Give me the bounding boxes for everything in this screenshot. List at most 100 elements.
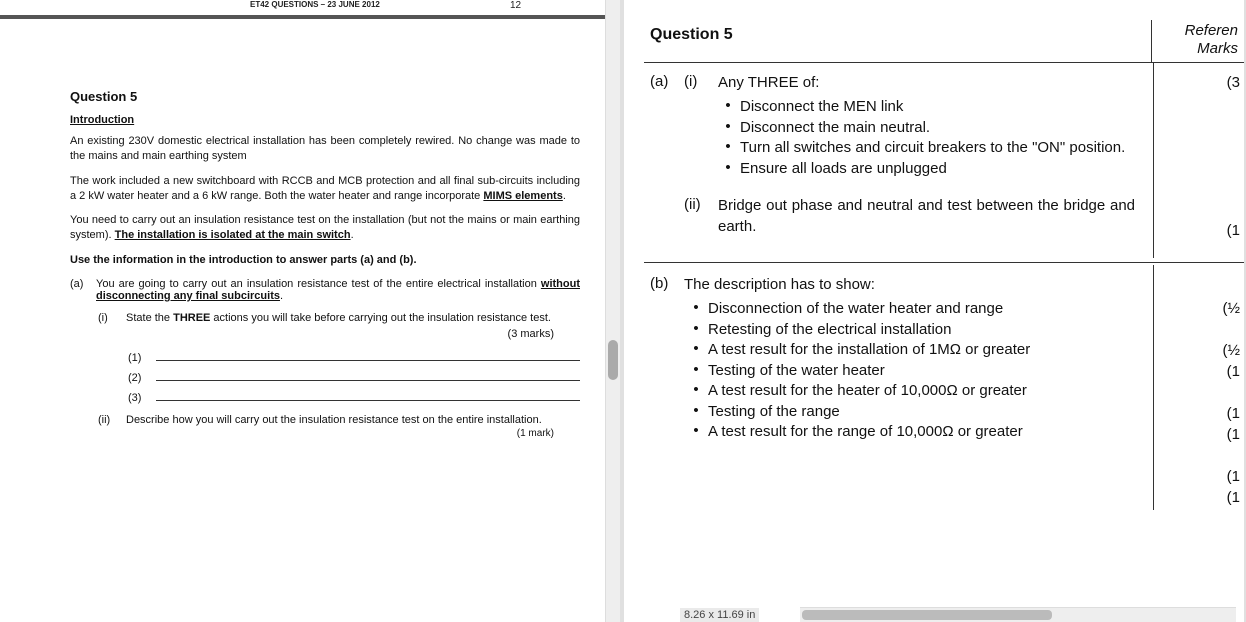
bullet-icon: • (684, 320, 708, 340)
bullet-item: •A test result for the range of 10,000Ω … (684, 422, 1145, 442)
mark-b-2: (1 (1160, 362, 1240, 382)
scrollbar-thumb[interactable] (608, 340, 618, 380)
bullet-icon: • (684, 361, 708, 381)
hdr-referen: Referen (1158, 22, 1238, 40)
ans-ii-text: Bridge out phase and neutral and test be… (718, 196, 1145, 237)
answer-b-main: (b) The description has to show: •Discon… (644, 265, 1154, 510)
doc-header-text: ET42 QUESTIONS – 23 JUNE 2012 (0, 0, 620, 11)
bullet-icon: • (684, 299, 708, 319)
hdr-marks: Marks (1158, 40, 1238, 58)
part-a-ii: (ii) Describe how you will carry out the… (98, 414, 580, 426)
bullet-text: A test result for the heater of 10,000Ω … (708, 381, 1145, 401)
horizontal-scrollbar[interactable] (800, 607, 1236, 622)
blank-line-2: (2) (128, 370, 580, 384)
intro-para-3: You need to carry out an insulation resi… (70, 213, 580, 243)
page-number: 12 (510, 0, 521, 11)
answer-header-row: Question 5 Referen Marks (644, 20, 1244, 63)
ans-i-bullets: •Disconnect the MEN link •Disconnect the… (716, 97, 1145, 178)
bullet-text: Turn all switches and circuit breakers t… (740, 138, 1145, 158)
blank-2-num: (2) (128, 372, 156, 384)
intro-para-2: The work included a new switchboard with… (70, 174, 580, 204)
bullet-item: •Disconnect the MEN link (716, 97, 1145, 117)
blank-rule[interactable] (156, 370, 580, 381)
bullet-text: Disconnection of the water heater and ra… (708, 299, 1145, 319)
a-ii-marks: (1 mark) (70, 428, 554, 439)
intro-para-4: Use the information in the introduction … (70, 253, 580, 268)
bullet-item: •Retesting of the electrical installatio… (684, 320, 1145, 340)
bullet-text: Retesting of the electrical installation (708, 320, 1145, 340)
blank-line-3: (3) (128, 390, 580, 404)
bullet-item: •Testing of the water heater (684, 361, 1145, 381)
bullet-icon: • (716, 138, 740, 158)
bullet-item: •Testing of the range (684, 402, 1145, 422)
app-window: ET42 QUESTIONS – 23 JUNE 2012 12 Questio… (0, 0, 1246, 622)
answer-b-row: (b) The description has to show: •Discon… (644, 265, 1244, 510)
right-document-pane: Question 5 Referen Marks (a) (i) Any THR… (624, 0, 1244, 622)
a-i-three: THREE (173, 312, 210, 324)
bullet-icon: • (684, 340, 708, 360)
a-text-a: You are going to carry out an insulation… (96, 278, 541, 290)
mark-a-i: (3 (1160, 73, 1240, 93)
blank-3-num: (3) (128, 392, 156, 404)
bullet-icon: • (716, 118, 740, 138)
bullet-text: A test result for the range of 10,000Ω o… (708, 422, 1145, 442)
left-vertical-scrollbar[interactable] (605, 0, 620, 622)
hscroll-thumb[interactable] (802, 610, 1052, 620)
part-a-body: You are going to carry out an insulation… (96, 278, 580, 302)
bullet-icon: • (684, 422, 708, 442)
ans-a-label: (a) (650, 73, 684, 93)
blank-line-1: (1) (128, 350, 580, 364)
bullet-text: A test result for the installation of 1M… (708, 340, 1145, 360)
ans-i-lead: Any THREE of: (718, 73, 1145, 93)
p2-mims: MIMS elements (483, 190, 562, 202)
answer-question-title: Question 5 (644, 20, 1152, 62)
bullet-text: Testing of the water heater (708, 361, 1145, 381)
question-title: Question 5 (70, 89, 580, 104)
bullet-item: •A test result for the installation of 1… (684, 340, 1145, 360)
p2-c: . (563, 190, 566, 202)
bullet-item: •Disconnection of the water heater and r… (684, 299, 1145, 319)
blank-rule[interactable] (156, 350, 580, 361)
answer-a-i-row: (a) (i) Any THREE of: •Disconnect the ME… (644, 63, 1244, 258)
answer-a-i-main: (a) (i) Any THREE of: •Disconnect the ME… (644, 63, 1154, 258)
answer-blanks: (1) (2) (3) (128, 350, 580, 404)
section-divider (644, 262, 1244, 263)
ans-ii-label: (ii) (684, 196, 718, 237)
status-dimensions: 8.26 x 11.69 in (680, 608, 759, 622)
ans-a-blank (650, 196, 684, 237)
part-a-i: (i) State the THREE actions you will tak… (98, 312, 580, 324)
blank-rule[interactable] (156, 390, 580, 401)
a-ii-body: Describe how you will carry out the insu… (126, 414, 580, 426)
right-content: Question 5 Referen Marks (a) (i) Any THR… (624, 0, 1244, 510)
a-i-a: State the (126, 312, 173, 324)
bullet-text: Disconnect the main neutral. (740, 118, 1145, 138)
a-i-body: State the THREE actions you will take be… (126, 312, 580, 324)
bullet-item: •A test result for the heater of 10,000Ω… (684, 381, 1145, 401)
left-content: Question 5 Introduction An existing 230V… (0, 89, 620, 449)
left-document-pane: ET42 QUESTIONS – 23 JUNE 2012 12 Questio… (0, 0, 620, 622)
mark-a-ii: (1 (1160, 221, 1240, 241)
bullet-item: •Turn all switches and circuit breakers … (716, 138, 1145, 158)
a-i-marks: (3 marks) (70, 328, 554, 340)
mark-b-6: (1 (1160, 488, 1240, 508)
bullet-item: •Ensure all loads are unplugged (716, 159, 1145, 179)
mark-b-3: (1 (1160, 404, 1240, 424)
bullet-icon: • (716, 97, 740, 117)
answer-a-marks-col: (3 (1 (1154, 63, 1244, 258)
ans-b-label: (b) (650, 275, 684, 295)
p3-u: The installation is isolated at the main… (115, 229, 351, 241)
bullet-text: Testing of the range (708, 402, 1145, 422)
bullet-icon: • (684, 381, 708, 401)
mark-b-4: (1 (1160, 425, 1240, 445)
mark-b-1: (½ (1160, 341, 1240, 361)
bullet-icon: • (684, 402, 708, 422)
p3-c: . (351, 229, 354, 241)
part-a: (a) You are going to carry out an insula… (70, 278, 580, 302)
intro-heading: Introduction (70, 114, 134, 126)
bullet-text: Disconnect the MEN link (740, 97, 1145, 117)
bullet-item: •Disconnect the main neutral. (716, 118, 1145, 138)
mark-b-5: (1 (1160, 467, 1240, 487)
marks-column-header: Referen Marks (1152, 20, 1244, 62)
a-ii-label: (ii) (98, 414, 126, 426)
ans-b-lead: The description has to show: (684, 275, 1145, 295)
